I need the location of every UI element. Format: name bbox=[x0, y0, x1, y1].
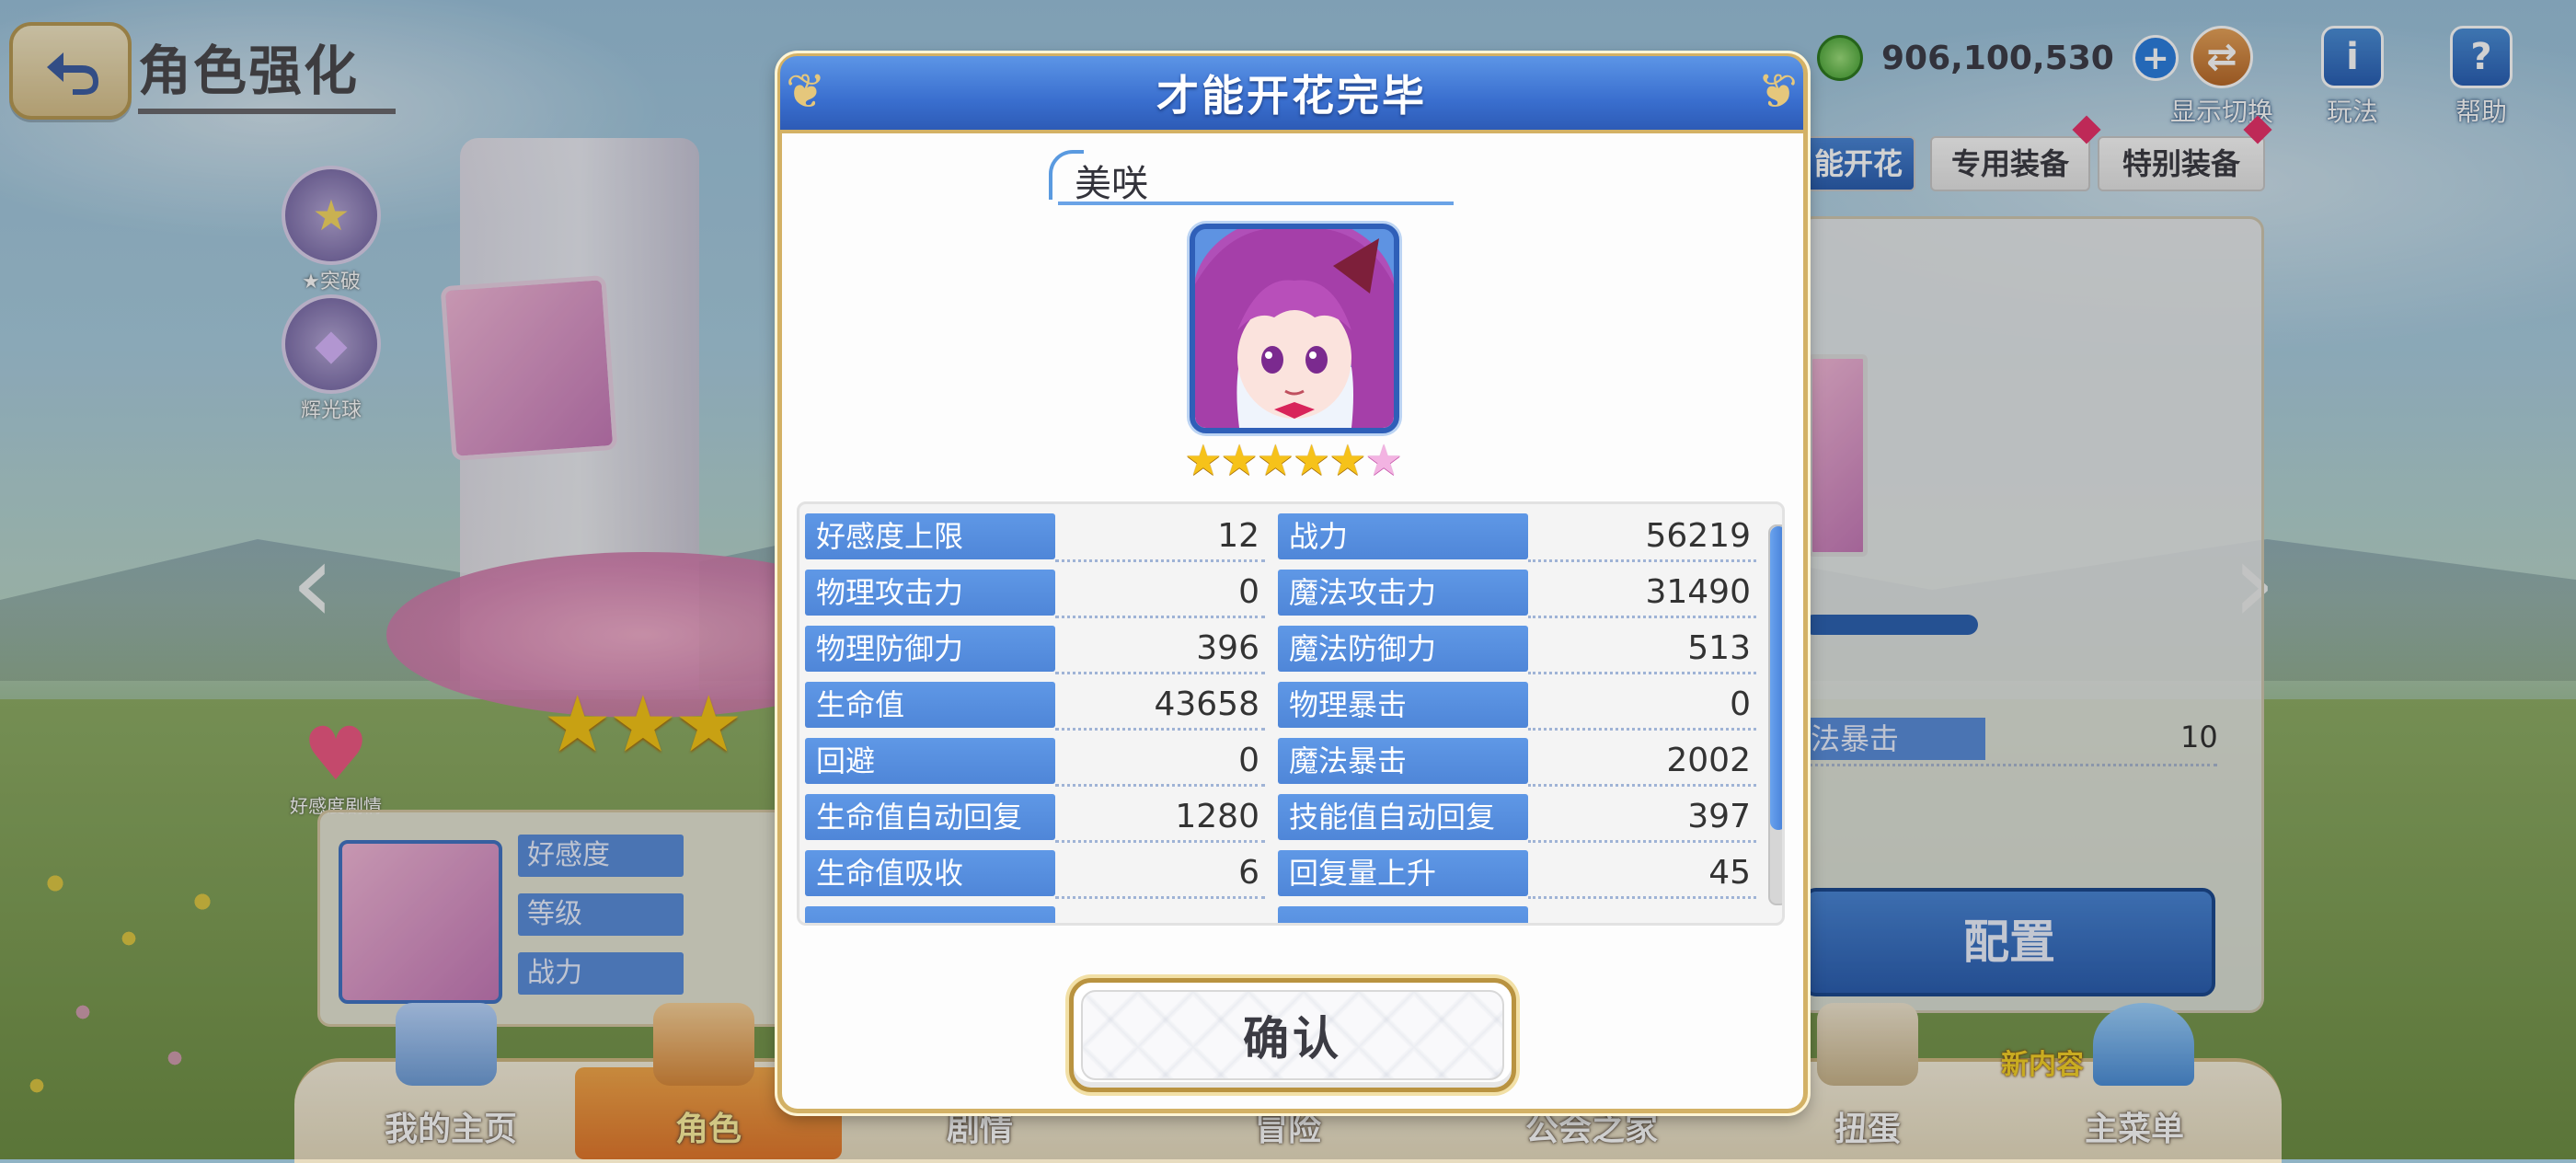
stat-label: 回复量上升 bbox=[1278, 850, 1528, 896]
dialog-header: ❦ 才能开花完毕 ❦ bbox=[780, 56, 1803, 133]
stat-row: 物理攻击力 0 bbox=[805, 570, 1265, 619]
stat-label: 技能值自动回复 bbox=[1278, 794, 1528, 840]
stat-label bbox=[805, 906, 1055, 923]
stat-value: 513 bbox=[1687, 629, 1751, 667]
star-icon: ★ bbox=[1256, 435, 1294, 485]
stat-row: 魔法攻击力 31490 bbox=[1278, 570, 1756, 619]
divider bbox=[1528, 784, 1756, 787]
stat-value: 43658 bbox=[1154, 685, 1259, 723]
character-portrait bbox=[1190, 224, 1399, 433]
star-icon: ★ bbox=[1220, 435, 1259, 485]
divider bbox=[1055, 840, 1265, 843]
stat-row: 好感度上限 12 bbox=[805, 513, 1265, 563]
dialog-title: 才能开花完毕 bbox=[1156, 71, 1427, 121]
stat-label: 魔法防御力 bbox=[1278, 626, 1528, 672]
stat-label: 生命值吸收 bbox=[805, 850, 1055, 896]
confirm-label: 确认 bbox=[1243, 1012, 1342, 1065]
stat-row: 物理防御力 396 bbox=[805, 626, 1265, 675]
stat-value: 397 bbox=[1687, 798, 1751, 835]
divider bbox=[1055, 784, 1265, 787]
character-name: 美咲 bbox=[1075, 163, 1148, 205]
character-portrait-art bbox=[1195, 229, 1394, 428]
stats-scrollbar[interactable] bbox=[1768, 524, 1782, 905]
stat-row-partial bbox=[805, 906, 1265, 923]
divider bbox=[1055, 559, 1265, 562]
stat-value: 2002 bbox=[1666, 742, 1751, 779]
stat-value: 1280 bbox=[1175, 798, 1259, 835]
divider bbox=[1528, 840, 1756, 843]
stat-value: 12 bbox=[1217, 517, 1259, 555]
stats-list[interactable]: 好感度上限 12 物理攻击力 0 物理防御力 396 生命值 43658 回避 … bbox=[797, 501, 1785, 926]
stat-value: 56219 bbox=[1645, 517, 1751, 555]
stat-value: 45 bbox=[1708, 854, 1751, 892]
stat-label: 魔法攻击力 bbox=[1278, 570, 1528, 616]
divider bbox=[1528, 896, 1756, 899]
scrollbar-thumb[interactable] bbox=[1770, 526, 1782, 830]
pink-star-icon: ★ bbox=[1364, 435, 1403, 485]
stat-label: 回避 bbox=[805, 738, 1055, 784]
stat-value: 6 bbox=[1238, 854, 1259, 892]
stat-label: 物理暴击 bbox=[1278, 682, 1528, 728]
stat-value: 396 bbox=[1196, 629, 1259, 667]
divider bbox=[1528, 728, 1756, 731]
stat-row: 回避 0 bbox=[805, 738, 1265, 788]
stat-row-partial bbox=[1278, 906, 1756, 923]
stat-value: 31490 bbox=[1645, 573, 1751, 611]
corner-ornament-icon: ❦ bbox=[786, 64, 826, 120]
stat-row: 战力 56219 bbox=[1278, 513, 1756, 563]
stat-label: 好感度上限 bbox=[805, 513, 1055, 559]
stat-row: 魔法暴击 2002 bbox=[1278, 738, 1756, 788]
stat-row: 物理暴击 0 bbox=[1278, 682, 1756, 731]
divider bbox=[1055, 896, 1265, 899]
star-icon: ★ bbox=[1293, 435, 1330, 485]
confirm-button[interactable]: 确认 bbox=[1069, 978, 1516, 1092]
stat-label: 战力 bbox=[1278, 513, 1528, 559]
stat-row: 魔法防御力 513 bbox=[1278, 626, 1756, 675]
divider bbox=[1528, 672, 1756, 674]
divider bbox=[1055, 672, 1265, 674]
stat-label bbox=[1278, 906, 1528, 923]
talent-bloom-dialog: ❦ 才能开花完毕 ❦ 美咲 ★★★★★★ 好感度上限 12 物理攻击力 0 物理… bbox=[777, 53, 1808, 1113]
stat-label: 魔法暴击 bbox=[1278, 738, 1528, 784]
divider bbox=[1055, 728, 1265, 731]
name-underline bbox=[1058, 202, 1454, 205]
rarity-stars: ★★★★★★ bbox=[1168, 435, 1417, 485]
stat-row: 生命值 43658 bbox=[805, 682, 1265, 731]
stat-label: 生命值自动回复 bbox=[805, 794, 1055, 840]
corner-ornament-icon: ❦ bbox=[1757, 64, 1798, 120]
stat-row: 生命值吸收 6 bbox=[805, 850, 1265, 900]
divider bbox=[1055, 616, 1265, 618]
star-icon: ★ bbox=[1184, 435, 1222, 485]
divider bbox=[1528, 559, 1756, 562]
stat-label: 生命值 bbox=[805, 682, 1055, 728]
stat-value: 0 bbox=[1238, 742, 1259, 779]
stat-value: 0 bbox=[1238, 573, 1259, 611]
stat-row: 回复量上升 45 bbox=[1278, 850, 1756, 900]
stat-label: 物理防御力 bbox=[805, 626, 1055, 672]
stat-row: 生命值自动回复 1280 bbox=[805, 794, 1265, 844]
divider bbox=[1528, 616, 1756, 618]
stat-label: 物理攻击力 bbox=[805, 570, 1055, 616]
star-icon: ★ bbox=[1328, 435, 1366, 485]
stat-value: 0 bbox=[1730, 685, 1751, 723]
stat-row: 技能值自动回复 397 bbox=[1278, 794, 1756, 844]
